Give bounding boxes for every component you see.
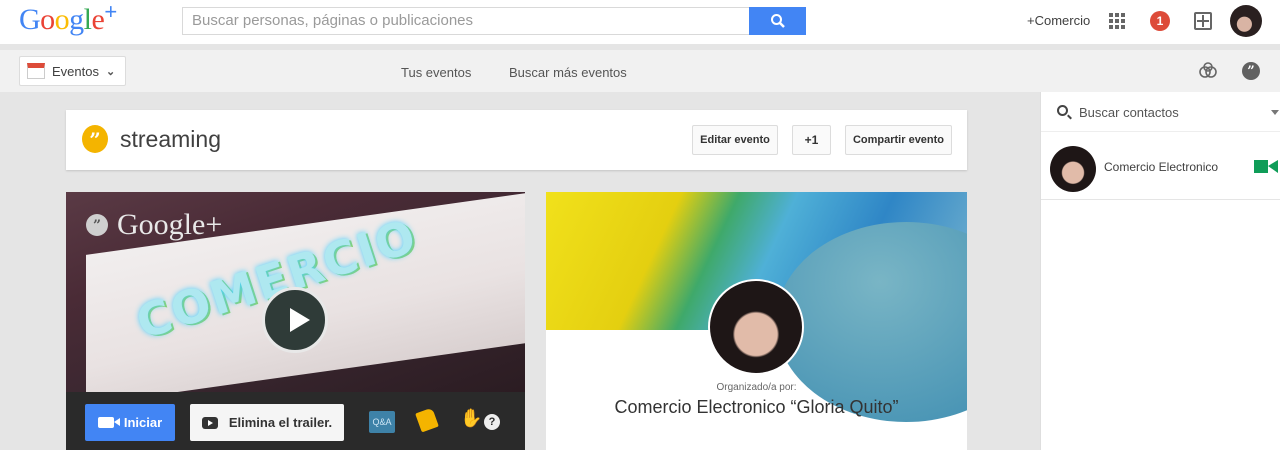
help-icon[interactable]: ?	[484, 414, 500, 430]
raised-hand-icon[interactable]: ✋	[460, 408, 482, 430]
search-input[interactable]: Buscar personas, páginas o publicaciones	[182, 7, 749, 35]
start-broadcast-button[interactable]: Iniciar	[85, 404, 175, 441]
hangouts-icon: ”	[86, 214, 108, 236]
logo-letter: G	[19, 3, 41, 36]
video-player: COMERCIO ” Google+ Iniciar Elimina el tr…	[66, 192, 525, 450]
hangouts-icon[interactable]: ”	[1242, 62, 1260, 80]
organizer-avatar[interactable]	[708, 279, 804, 375]
logo-letter: l	[83, 3, 92, 36]
contact-name: Comercio Electronico	[1104, 160, 1219, 174]
share-plus-icon[interactable]	[1194, 12, 1212, 30]
section-label: Eventos	[52, 63, 99, 79]
contacts-search-input[interactable]: Buscar contactos	[1079, 105, 1179, 120]
calendar-icon	[27, 63, 45, 79]
organizer-name[interactable]: Comercio Electronico “Gloria Quito”	[546, 397, 967, 418]
hangouts-icon: ”	[82, 125, 108, 153]
chevron-down-icon: ⌄	[105, 65, 116, 78]
tag-icon[interactable]	[415, 407, 439, 433]
logo-letter: o	[54, 3, 70, 36]
avatar[interactable]	[1230, 5, 1262, 37]
google-plus-logo[interactable]: Google+	[19, 0, 117, 37]
youtube-icon	[201, 416, 218, 429]
qa-icon[interactable]: Q&A	[369, 411, 395, 433]
apps-grid-icon[interactable]	[1109, 13, 1125, 29]
circles-icon[interactable]	[1198, 62, 1218, 80]
organizer-card: Organizado/a por: Comercio Electronico “…	[546, 192, 967, 450]
nav-find-events[interactable]: Buscar más eventos	[509, 65, 627, 80]
video-toolbar: Iniciar Elimina el trailer. Q&A ✋ ?	[66, 392, 525, 450]
video-camera-icon	[97, 417, 120, 428]
search-icon	[770, 14, 785, 28]
notification-badge[interactable]: 1	[1150, 11, 1170, 31]
contacts-panel: Buscar contactos Comercio Electronico	[1040, 92, 1280, 450]
remove-trailer-button[interactable]: Elimina el trailer.	[190, 404, 344, 441]
contacts-search[interactable]: Buscar contactos	[1041, 92, 1280, 132]
video-watermark: ” Google+	[86, 208, 222, 242]
logo-letter: g	[69, 3, 84, 36]
plus-one-button[interactable]: +1	[792, 125, 831, 155]
logo-letter: e	[91, 3, 105, 36]
search-button[interactable]	[749, 7, 806, 35]
page-title: streaming	[120, 126, 221, 152]
play-button[interactable]	[262, 287, 328, 353]
section-dropdown[interactable]: Eventos ⌄	[19, 56, 126, 86]
contact-item[interactable]: Comercio Electronico	[1041, 140, 1280, 200]
organizer-label: Organizado/a por:	[716, 382, 797, 393]
sub-navigation: Eventos ⌄ Tus eventos Buscar más eventos…	[0, 50, 1280, 92]
avatar	[1050, 146, 1096, 192]
top-bar: Google+ Buscar personas, páginas o publi…	[0, 0, 1280, 44]
share-event-button[interactable]: Compartir evento	[845, 125, 952, 155]
event-header: ” streaming Editar evento +1 Compartir e…	[66, 110, 967, 170]
edit-event-button[interactable]: Editar evento	[692, 125, 778, 155]
caret-down-icon[interactable]	[1271, 110, 1279, 115]
logo-plus: +	[104, 0, 117, 24]
nav-your-events[interactable]: Tus eventos	[401, 65, 471, 80]
search-icon	[1057, 105, 1068, 116]
trailer-label: Elimina el trailer.	[228, 415, 333, 430]
start-label: Iniciar	[123, 415, 163, 430]
video-call-icon[interactable]	[1254, 160, 1278, 173]
watermark-text: Google+	[117, 208, 223, 241]
video-thumbnail: COMERCIO ” Google+	[66, 192, 525, 405]
logo-letter: o	[40, 3, 55, 36]
profile-link[interactable]: +Comercio	[1027, 13, 1090, 28]
